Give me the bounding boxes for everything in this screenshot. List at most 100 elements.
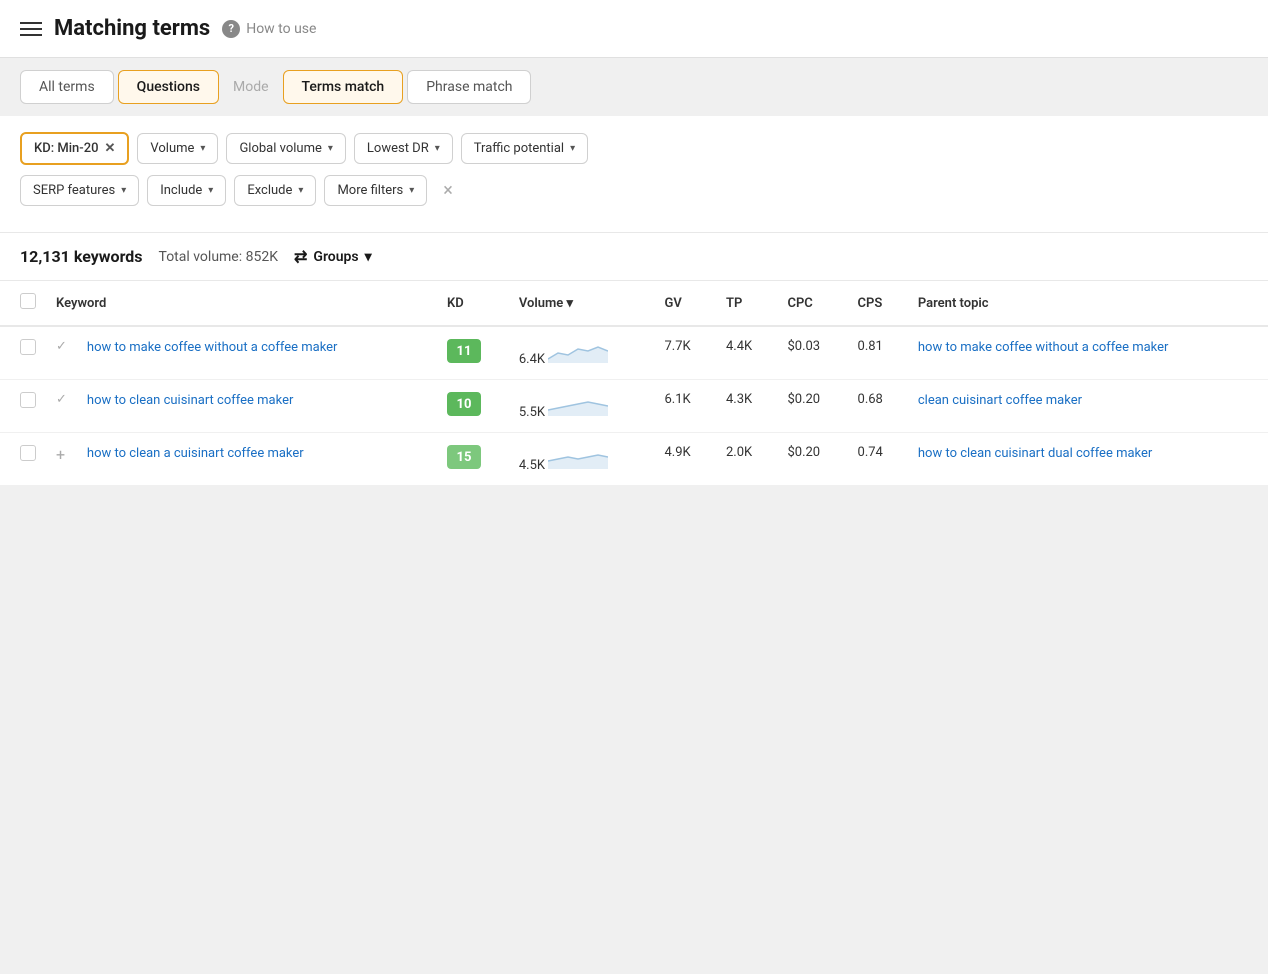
help-link[interactable]: ? How to use bbox=[222, 20, 316, 38]
row-2-cps: 0.68 bbox=[848, 380, 908, 433]
filter-include-label: Include bbox=[160, 183, 202, 198]
table-row: + how to clean a cuisinart coffee maker … bbox=[0, 433, 1268, 486]
tabs-bar: All terms Questions Mode Terms match Phr… bbox=[0, 58, 1268, 116]
row-3-cpc: $0.20 bbox=[777, 433, 847, 486]
filter-more-filters[interactable]: More filters ▾ bbox=[324, 175, 427, 206]
filters-row-1: KD: Min-20 ✕ Volume ▾ Global volume ▾ Lo… bbox=[20, 132, 1248, 165]
row-1-volume: 6.4K bbox=[509, 326, 655, 380]
filter-global-volume-label: Global volume bbox=[239, 141, 321, 156]
filter-kd[interactable]: KD: Min-20 ✕ bbox=[20, 132, 129, 165]
row-1-keyword-link[interactable]: how to make coffee without a coffee make… bbox=[87, 339, 427, 357]
header-volume[interactable]: Volume ▾ bbox=[509, 281, 655, 326]
filter-kd-close[interactable]: ✕ bbox=[104, 141, 115, 156]
tab-mode-label: Mode bbox=[223, 71, 279, 103]
filter-exclude-label: Exclude bbox=[247, 183, 292, 198]
row-3-keyword-cell[interactable]: how to clean a cuisinart coffee maker bbox=[77, 433, 437, 486]
filter-serp-label: SERP features bbox=[33, 183, 115, 198]
row-2-parent-topic-cell[interactable]: clean cuisinart coffee maker bbox=[908, 380, 1268, 433]
row-1-tp: 4.4K bbox=[716, 326, 777, 380]
row-1-checkbox[interactable] bbox=[20, 339, 36, 355]
total-volume: Total volume: 852K bbox=[159, 249, 278, 265]
help-icon: ? bbox=[222, 20, 240, 38]
header-gv[interactable]: GV bbox=[654, 281, 715, 326]
chevron-down-icon: ▾ bbox=[365, 249, 372, 265]
header-cpc[interactable]: CPC bbox=[777, 281, 847, 326]
tab-terms-match[interactable]: Terms match bbox=[283, 70, 404, 104]
header-kd[interactable]: KD bbox=[437, 281, 509, 326]
chevron-down-icon: ▾ bbox=[570, 143, 575, 154]
keywords-table-container: Keyword KD Volume ▾ GV TP CPC CP bbox=[0, 281, 1268, 486]
row-3-checkbox[interactable] bbox=[20, 445, 36, 461]
filter-volume[interactable]: Volume ▾ bbox=[137, 133, 218, 164]
groups-label: Groups bbox=[313, 249, 358, 265]
results-count: 12,131 keywords bbox=[20, 247, 143, 266]
chevron-down-icon: ▾ bbox=[435, 143, 440, 154]
table-header-row: Keyword KD Volume ▾ GV TP CPC CP bbox=[0, 281, 1268, 326]
filter-lowest-dr-label: Lowest DR bbox=[367, 141, 429, 156]
tab-all-terms[interactable]: All terms bbox=[20, 70, 114, 104]
header-parent-topic[interactable]: Parent topic bbox=[908, 281, 1268, 326]
header-tp[interactable]: TP bbox=[716, 281, 777, 326]
row-1-gv: 7.7K bbox=[654, 326, 715, 380]
chevron-down-icon: ▾ bbox=[328, 143, 333, 154]
row-2-checkbox-cell[interactable] bbox=[0, 380, 46, 433]
select-all-checkbox[interactable] bbox=[20, 293, 36, 309]
filter-lowest-dr[interactable]: Lowest DR ▾ bbox=[354, 133, 453, 164]
filter-include[interactable]: Include ▾ bbox=[147, 175, 226, 206]
hamburger-menu[interactable] bbox=[20, 22, 42, 36]
row-2-kd-cell: 10 bbox=[437, 380, 509, 433]
filter-traffic-potential[interactable]: Traffic potential ▾ bbox=[461, 133, 588, 164]
row-1-kd-cell: 11 bbox=[437, 326, 509, 380]
chevron-down-icon: ▾ bbox=[121, 185, 126, 196]
row-2-keyword-cell[interactable]: how to clean cuisinart coffee maker bbox=[77, 380, 437, 433]
row-2-kd-badge: 10 bbox=[447, 392, 481, 416]
groups-icon: ⇄ bbox=[294, 247, 307, 266]
row-3-parent-topic-link[interactable]: how to clean cuisinart dual coffee maker bbox=[918, 445, 1258, 463]
groups-button[interactable]: ⇄ Groups ▾ bbox=[294, 247, 372, 266]
header-cps[interactable]: CPS bbox=[848, 281, 908, 326]
row-1-checkmark: ✓ bbox=[46, 326, 77, 380]
row-1-checkbox-cell[interactable] bbox=[0, 326, 46, 380]
row-3-tp: 2.0K bbox=[716, 433, 777, 486]
tab-questions[interactable]: Questions bbox=[118, 70, 219, 104]
header-keyword[interactable]: Keyword bbox=[46, 281, 437, 326]
row-2-tp: 4.3K bbox=[716, 380, 777, 433]
row-2-checkbox[interactable] bbox=[20, 392, 36, 408]
help-text: How to use bbox=[246, 21, 316, 37]
row-3-keyword-link[interactable]: how to clean a cuisinart coffee maker bbox=[87, 445, 427, 463]
row-2-sparkline bbox=[548, 392, 608, 416]
row-1-cps: 0.81 bbox=[848, 326, 908, 380]
filter-traffic-potential-label: Traffic potential bbox=[474, 141, 564, 156]
table-row: ✓ how to clean cuisinart coffee maker 10… bbox=[0, 380, 1268, 433]
row-3-kd-badge: 15 bbox=[447, 445, 481, 469]
filter-serp-features[interactable]: SERP features ▾ bbox=[20, 175, 139, 206]
chevron-down-icon: ▾ bbox=[298, 185, 303, 196]
row-1-parent-topic-link[interactable]: how to make coffee without a coffee make… bbox=[918, 339, 1258, 357]
row-1-keyword-cell[interactable]: how to make coffee without a coffee make… bbox=[77, 326, 437, 380]
filter-exclude[interactable]: Exclude ▾ bbox=[234, 175, 316, 206]
row-3-kd-cell: 15 bbox=[437, 433, 509, 486]
row-1-kd-badge: 11 bbox=[447, 339, 481, 363]
tab-phrase-match[interactable]: Phrase match bbox=[407, 70, 531, 104]
keywords-table: Keyword KD Volume ▾ GV TP CPC CP bbox=[0, 281, 1268, 486]
row-2-cpc: $0.20 bbox=[777, 380, 847, 433]
filters-section: KD: Min-20 ✕ Volume ▾ Global volume ▾ Lo… bbox=[0, 116, 1268, 233]
header-select-all[interactable] bbox=[0, 281, 46, 326]
row-2-keyword-link[interactable]: how to clean cuisinart coffee maker bbox=[87, 392, 427, 410]
row-1-parent-topic-cell[interactable]: how to make coffee without a coffee make… bbox=[908, 326, 1268, 380]
filter-global-volume[interactable]: Global volume ▾ bbox=[226, 133, 345, 164]
filter-volume-label: Volume bbox=[150, 141, 194, 156]
filters-row-2: SERP features ▾ Include ▾ Exclude ▾ More… bbox=[20, 175, 1248, 206]
filter-more-label: More filters bbox=[337, 183, 403, 198]
row-2-volume: 5.5K bbox=[509, 380, 655, 433]
chevron-down-icon: ▾ bbox=[409, 185, 414, 196]
header: Matching terms ? How to use bbox=[0, 0, 1268, 58]
row-1-cpc: $0.03 bbox=[777, 326, 847, 380]
row-3-checkbox-cell[interactable] bbox=[0, 433, 46, 486]
clear-filters-button[interactable]: × bbox=[435, 176, 461, 205]
row-2-parent-topic-link[interactable]: clean cuisinart coffee maker bbox=[918, 392, 1258, 410]
row-3-volume: 4.5K bbox=[509, 433, 655, 486]
chevron-down-icon: ▾ bbox=[200, 143, 205, 154]
row-3-parent-topic-cell[interactable]: how to clean cuisinart dual coffee maker bbox=[908, 433, 1268, 486]
filter-kd-label: KD: Min-20 bbox=[34, 141, 98, 156]
